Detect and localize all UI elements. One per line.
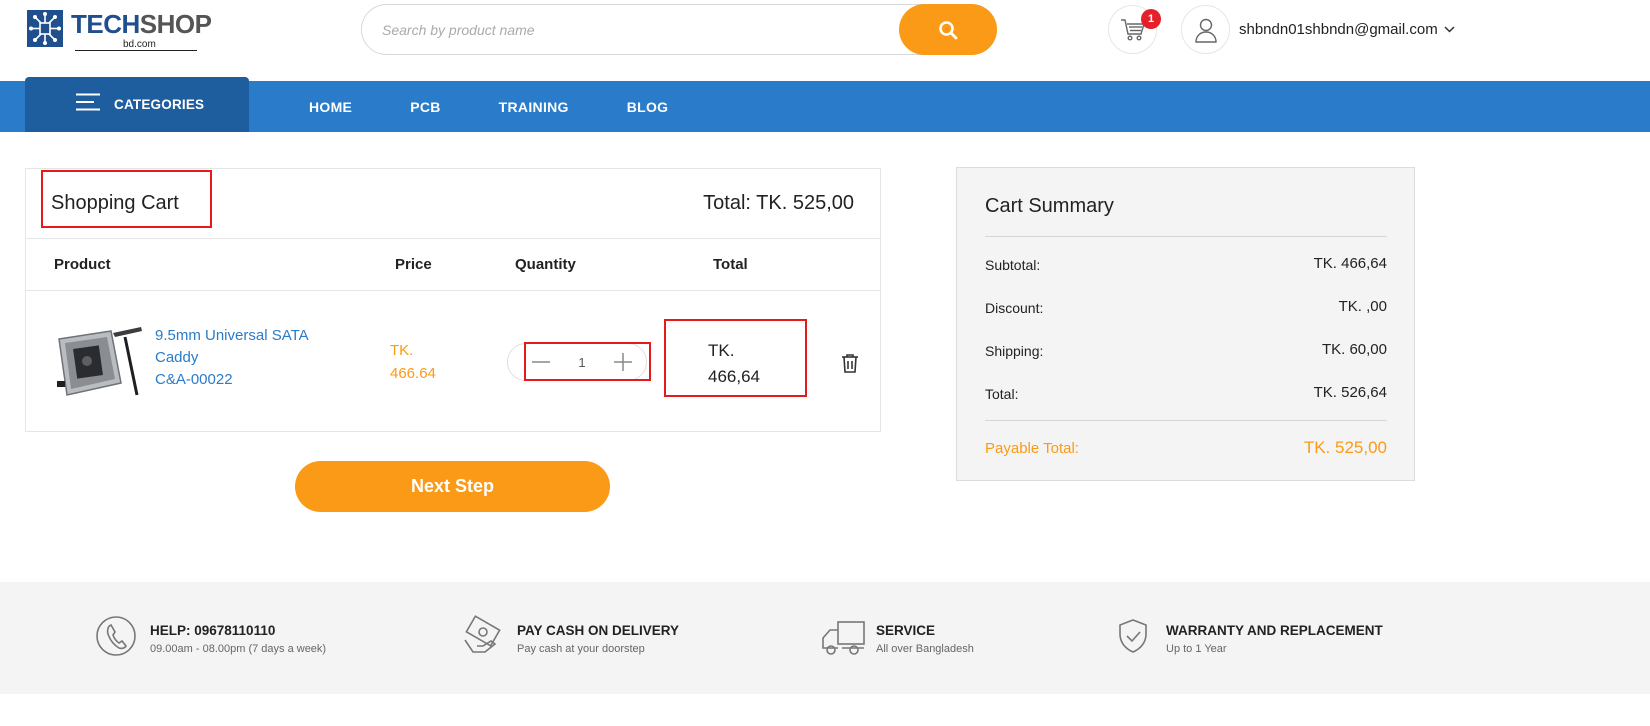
site-header: TECHSHOP bd.com 1 [0,0,1650,81]
cart-header: Shopping Cart Total: TK. 525,00 [26,169,880,239]
user-icon [1194,18,1217,43]
product-name-link[interactable]: 9.5mm Universal SATA Caddy C&A-00022 [155,325,325,391]
summary-title: Cart Summary [985,195,1114,217]
search-button[interactable] [899,4,997,55]
product-image[interactable] [51,325,143,400]
increase-quantity-button[interactable] [608,347,638,377]
nav-link-training[interactable]: TRAINING [499,99,569,115]
summary-divider [985,420,1387,421]
cart-summary-panel: Cart Summary Subtotal: TK. 466,64 Discou… [956,167,1415,481]
cart-button[interactable]: 1 [1108,5,1161,54]
line-total-currency: TK. [708,341,735,360]
quantity-input[interactable] [556,349,608,375]
quantity-stepper [507,343,647,381]
price-amount: 466.64 [390,365,436,382]
line-total: TK. 466,64 [708,338,788,390]
summary-row-shipping: Shipping: TK. 60,00 [985,341,1387,363]
cart-title: Shopping Cart [51,192,179,214]
payable-label: Payable Total: [985,440,1079,457]
summary-label: Discount: [985,300,1044,316]
next-step-button[interactable]: Next Step [295,461,610,512]
summary-divider [985,236,1387,237]
cart-item-row: 9.5mm Universal SATA Caddy C&A-00022 TK.… [26,291,880,431]
hamburger-icon [76,93,100,116]
product-price: TK. 466.64 [390,339,436,385]
minus-icon [532,361,550,363]
decrease-quantity-button[interactable] [526,347,556,377]
categories-button[interactable]: CATEGORIES [25,77,249,132]
summary-value: TK. 526,64 [1313,384,1387,401]
summary-value: TK. ,00 [1338,298,1387,315]
cash-icon [461,614,507,660]
cart-total: Total: TK. 525,00 [703,192,854,214]
chevron-down-icon [1444,26,1455,33]
main-nav: CATEGORIES HOME PCB TRAINING BLOG [0,77,1650,132]
summary-payable-total: Payable Total: TK. 525,00 [985,438,1387,462]
summary-row-subtotal: Subtotal: TK. 466,64 [985,255,1387,277]
feature-subtitle: Up to 1 Year [1166,643,1227,655]
user-menu[interactable]: shbndn01shbndn@gmail.com [1181,5,1455,54]
techshop-logo[interactable]: TECHSHOP bd.com [27,9,217,51]
summary-label: Shipping: [985,343,1044,359]
feature-subtitle: All over Bangladesh [876,643,974,655]
plus-icon [614,353,632,371]
search-bar [361,4,997,55]
shield-check-icon [1110,614,1156,660]
cart-column-headers: Product Price Quantity Total [26,239,880,291]
logo-subtext: bd.com [123,39,156,50]
nav-link-home[interactable]: HOME [309,99,352,115]
nav-links: HOME PCB TRAINING BLOG [309,81,726,132]
summary-value: TK. 60,00 [1321,341,1387,358]
feature-title: HELP: 09678110110 [150,623,276,638]
search-icon [939,20,958,39]
user-email: shbndn01shbndn@gmail.com [1239,21,1438,38]
logo-chip-icon [27,10,63,47]
payable-value: TK. 525,00 [1303,438,1387,457]
features-bar: HELP: 09678110110 09.00am - 08.00pm (7 d… [0,582,1650,694]
trash-icon [842,354,858,373]
logo-wordmark: TECHSHOP [71,9,212,39]
column-header-total: Total [713,256,748,273]
categories-label: CATEGORIES [114,97,205,112]
line-total-amount: 466,64 [708,367,760,386]
feature-title: PAY CASH ON DELIVERY [517,623,680,638]
product-name-line1: 9.5mm Universal SATA [155,327,309,344]
truck-icon [820,614,866,660]
phone-icon [94,614,140,660]
column-header-quantity: Quantity [515,256,576,273]
column-header-product: Product [54,256,111,273]
summary-row-total: Total: TK. 526,64 [985,384,1387,406]
feature-title: WARRANTY AND REPLACEMENT [1166,623,1383,638]
remove-item-button[interactable] [839,352,861,374]
avatar [1181,5,1230,54]
column-header-price: Price [395,256,432,273]
cart-count-badge: 1 [1141,9,1161,29]
feature-title: SERVICE [876,623,936,638]
nav-link-blog[interactable]: BLOG [627,99,669,115]
summary-row-discount: Discount: TK. ,00 [985,298,1387,320]
feature-subtitle: 09.00am - 08.00pm (7 days a week) [150,643,327,655]
summary-value: TK. 466,64 [1313,255,1387,272]
product-sku: C&A-00022 [155,371,233,388]
price-currency: TK. [390,342,414,359]
shopping-cart-panel: Shopping Cart Total: TK. 525,00 Product … [25,168,881,432]
summary-label: Subtotal: [985,257,1041,273]
feature-subtitle: Pay cash at your doorstep [517,643,645,655]
summary-label: Total: [985,386,1019,402]
product-name-line2: Caddy [155,349,199,366]
nav-link-pcb[interactable]: PCB [410,99,440,115]
search-input[interactable] [382,17,862,43]
